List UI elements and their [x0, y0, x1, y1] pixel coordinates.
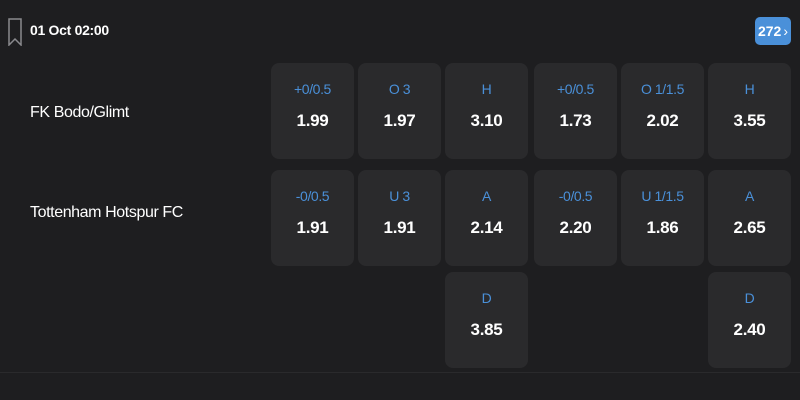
- odds-label: A: [745, 188, 754, 204]
- odds-label: O 3: [388, 81, 411, 97]
- odds-cell-draw[interactable]: D 3.85: [445, 272, 528, 368]
- odds-cell-away-win-1h[interactable]: A 2.65: [708, 170, 791, 266]
- odds-value: 2.40: [733, 320, 766, 339]
- odds-cell-away-handicap[interactable]: -0/0.5 1.91: [271, 170, 354, 266]
- more-markets-button[interactable]: 272 ›: [755, 17, 791, 45]
- odds-cell-home-handicap[interactable]: +0/0.5 1.99: [271, 63, 354, 159]
- odds-value: 3.85: [470, 320, 503, 339]
- home-team-name: FK Bodo/Glimt: [30, 104, 129, 121]
- away-team-name: Tottenham Hotspur FC: [30, 204, 183, 221]
- odds-value: 3.10: [470, 111, 503, 130]
- odds-value: 1.97: [383, 111, 416, 130]
- odds-value: 1.73: [559, 111, 592, 130]
- odds-value: 1.86: [646, 218, 679, 237]
- odds-label: O 1/1.5: [640, 81, 685, 97]
- odds-cell-home-handicap-1h[interactable]: +0/0.5 1.73: [534, 63, 617, 159]
- odds-label: H: [481, 81, 492, 97]
- odds-label: U 1/1.5: [641, 188, 684, 204]
- odds-cell-away-handicap-1h[interactable]: -0/0.5 2.20: [534, 170, 617, 266]
- odds-label: +0/0.5: [294, 81, 331, 97]
- odds-value: 1.99: [296, 111, 329, 130]
- match-time: 01 Oct 02:00: [30, 22, 109, 38]
- chevron-right-icon: ›: [783, 23, 789, 39]
- odds-label: A: [482, 188, 491, 204]
- odds-label: D: [481, 290, 492, 306]
- bookmark-icon[interactable]: [8, 18, 22, 46]
- odds-label: -0/0.5: [558, 188, 593, 204]
- odds-value: 2.14: [470, 218, 503, 237]
- odds-label: U 3: [389, 188, 410, 204]
- odds-value: 3.55: [733, 111, 766, 130]
- odds-value: 2.20: [559, 218, 592, 237]
- odds-cell-draw-1h[interactable]: D 2.40: [708, 272, 791, 368]
- odds-cell-home-win-1h[interactable]: H 3.55: [708, 63, 791, 159]
- odds-label: -0/0.5: [295, 188, 330, 204]
- odds-value: 2.02: [646, 111, 679, 130]
- odds-cell-over[interactable]: O 3 1.97: [358, 63, 441, 159]
- odds-value: 1.91: [296, 218, 329, 237]
- odds-label: D: [744, 290, 755, 306]
- odds-cell-under-1h[interactable]: U 1/1.5 1.86: [621, 170, 704, 266]
- odds-label: +0/0.5: [557, 81, 594, 97]
- odds-label: H: [744, 81, 755, 97]
- odds-cell-under[interactable]: U 3 1.91: [358, 170, 441, 266]
- divider: [0, 372, 800, 373]
- odds-value: 1.91: [383, 218, 416, 237]
- odds-cell-away-win[interactable]: A 2.14: [445, 170, 528, 266]
- odds-value: 2.65: [733, 218, 766, 237]
- more-markets-count: 272: [757, 23, 782, 39]
- odds-cell-over-1h[interactable]: O 1/1.5 2.02: [621, 63, 704, 159]
- odds-cell-home-win[interactable]: H 3.10: [445, 63, 528, 159]
